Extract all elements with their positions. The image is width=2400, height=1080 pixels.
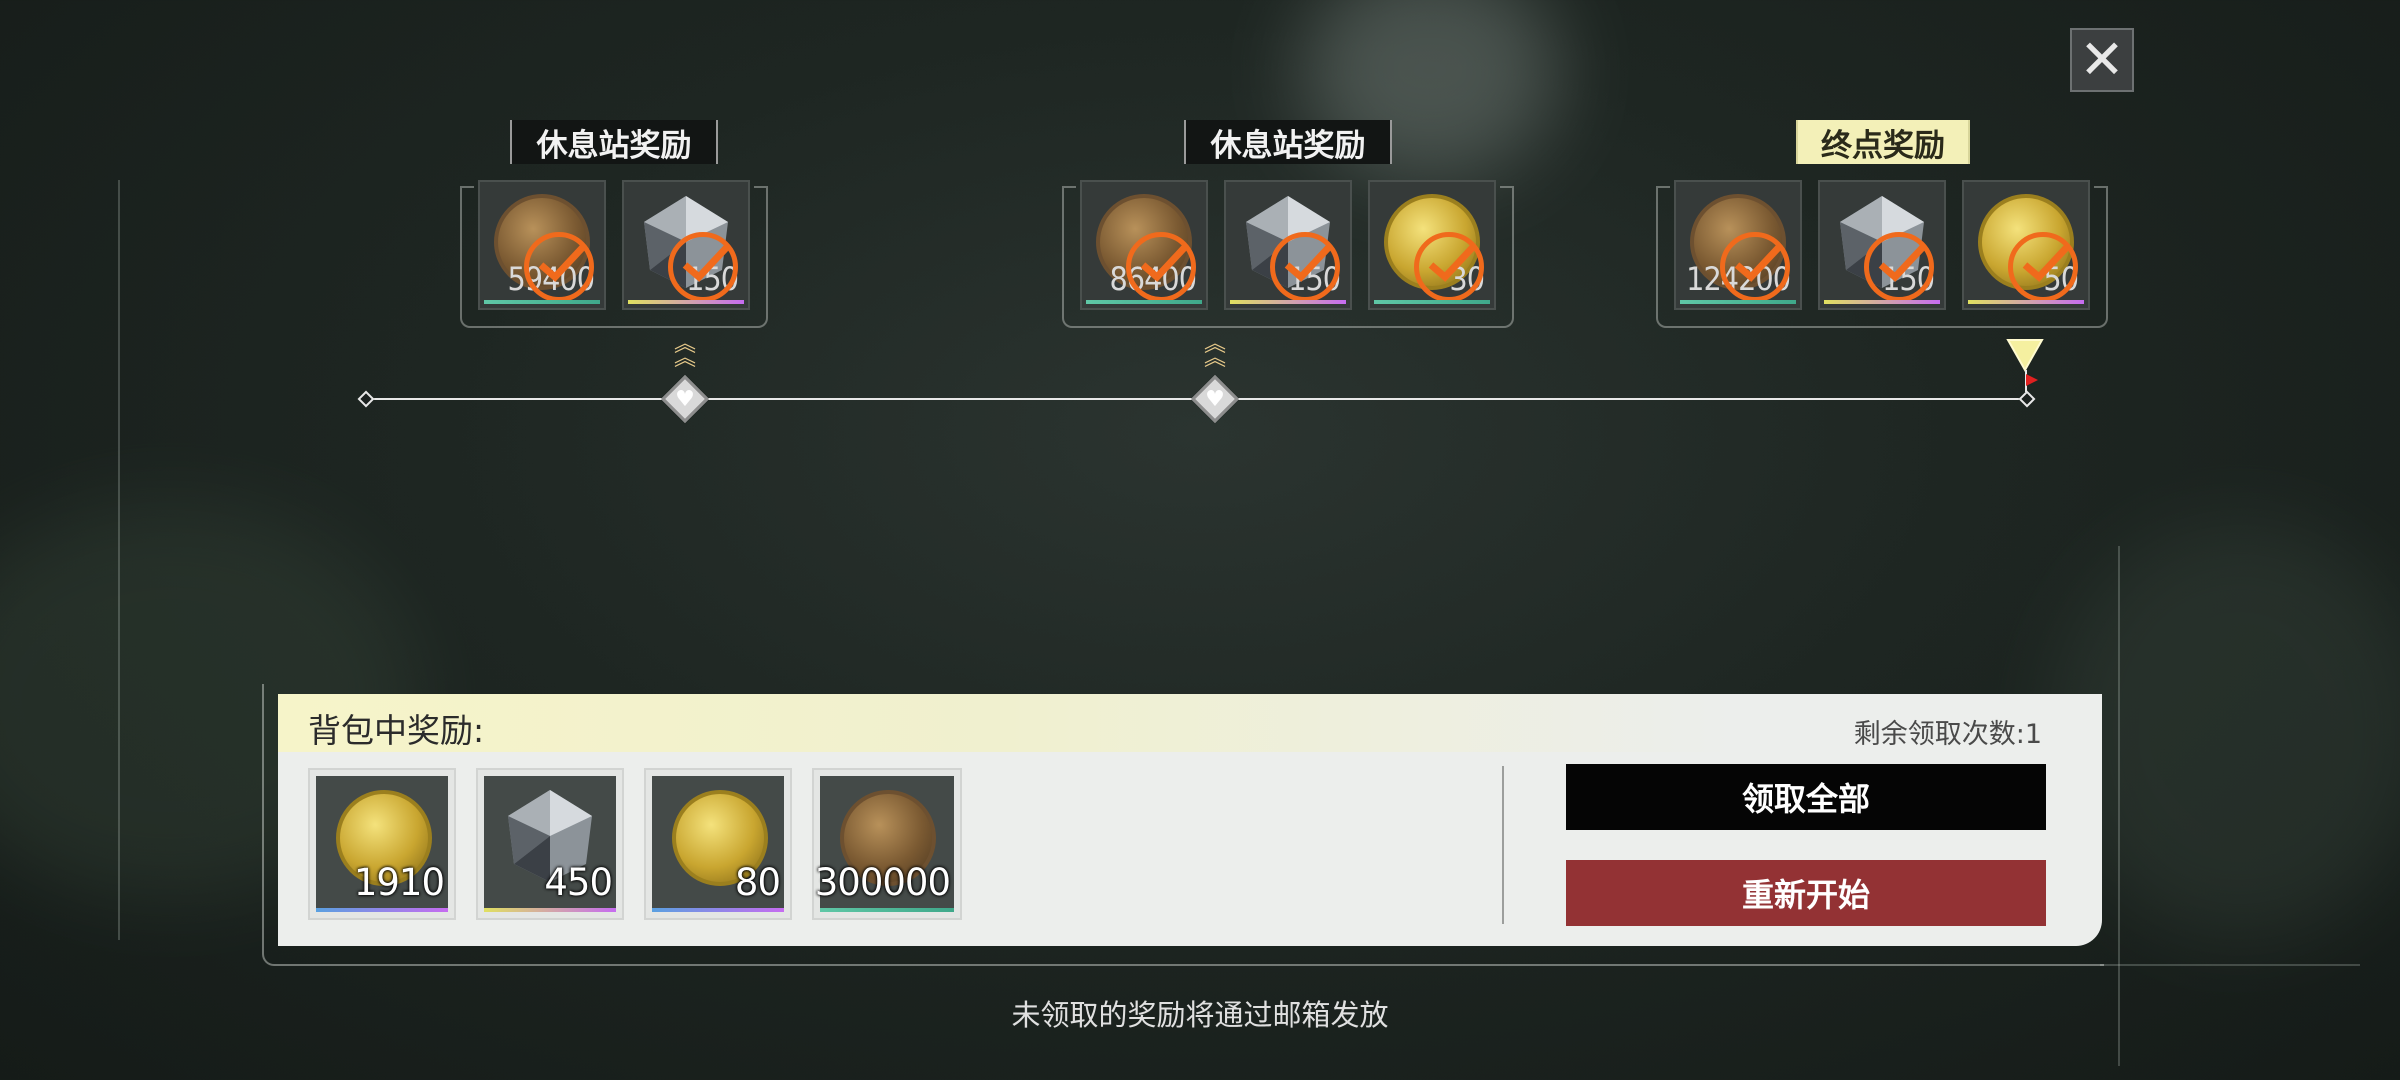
- claimed-check-icon: [1864, 232, 1934, 302]
- rarity-bar: [1824, 300, 1940, 304]
- claimed-check-icon: [1270, 232, 1340, 302]
- reward-slot[interactable]: 86400: [1080, 180, 1208, 310]
- bag-panel-header: [278, 694, 2102, 752]
- bag-item[interactable]: 1910: [308, 768, 456, 920]
- rarity-bar: [1086, 300, 1202, 304]
- reward-slot[interactable]: 150: [622, 180, 750, 310]
- claimed-check-icon: [1720, 232, 1790, 302]
- claimed-check-icon: [524, 232, 594, 302]
- rarity-bar: [484, 300, 600, 304]
- rarity-bar: [1680, 300, 1796, 304]
- station-label-2: 休息站奖励: [1184, 120, 1392, 164]
- station-label-1: 休息站奖励: [510, 120, 718, 164]
- claimed-check-icon: [668, 232, 738, 302]
- reward-slot[interactable]: 50: [1962, 180, 2090, 310]
- bag-item-qty: 300000: [814, 861, 951, 904]
- rarity-bar: [316, 908, 448, 912]
- reward-slot[interactable]: 59400: [478, 180, 606, 310]
- heart-icon: ♥: [1205, 386, 1225, 412]
- mail-notice: 未领取的奖励将通过邮箱发放: [1011, 998, 1389, 1032]
- chevron-up-icon: ︽ ︽: [673, 332, 696, 371]
- claimed-check-icon: [2008, 232, 2078, 302]
- bag-item[interactable]: 450: [476, 768, 624, 920]
- bag-panel: 背包中奖励: 剩余领取次数:1 1910 450 80 300000 领取全部 …: [278, 694, 2102, 946]
- bag-item[interactable]: 80: [644, 768, 792, 920]
- station-rewards-final: 124200 150 50: [1656, 180, 2108, 328]
- panel-divider: [1502, 766, 1504, 924]
- rarity-bar: [628, 300, 744, 304]
- bag-items: 1910 450 80 300000: [308, 768, 962, 920]
- station-rewards-2: 86400 150 30: [1062, 180, 1514, 328]
- rarity-bar: [484, 908, 616, 912]
- rarity-bar: [820, 908, 954, 912]
- track-start-marker: [357, 390, 375, 408]
- station-rewards-1: 59400 150: [460, 180, 768, 328]
- background-line: [2118, 546, 2120, 1066]
- reward-slot[interactable]: 150: [1818, 180, 1946, 310]
- bag-title: 背包中奖励:: [308, 711, 485, 750]
- background-line: [118, 180, 120, 940]
- heart-icon: ♥: [675, 386, 695, 412]
- restart-button[interactable]: 重新开始: [1566, 860, 2046, 926]
- reward-slot[interactable]: 30: [1368, 180, 1496, 310]
- bag-item-qty: 1910: [353, 861, 445, 904]
- rarity-bar: [652, 908, 784, 912]
- claimed-check-icon: [1414, 232, 1484, 302]
- rarity-bar: [1374, 300, 1490, 304]
- bag-item[interactable]: 300000: [812, 768, 962, 920]
- close-button[interactable]: ✕: [2070, 28, 2134, 92]
- current-position-marker-icon: [2006, 339, 2044, 392]
- rarity-bar: [1968, 300, 2084, 304]
- final-station-label: 终点奖励: [1796, 120, 1970, 164]
- claimed-check-icon: [1126, 232, 1196, 302]
- claim-all-button[interactable]: 领取全部: [1566, 764, 2046, 830]
- reward-slot[interactable]: 124200: [1674, 180, 1802, 310]
- background-line: [2100, 964, 2360, 966]
- bag-item-qty: 450: [544, 861, 613, 904]
- chevron-up-icon: ︽ ︽: [1203, 332, 1226, 371]
- reward-slot[interactable]: 150: [1224, 180, 1352, 310]
- remaining-claims: 剩余领取次数:1: [1853, 719, 2042, 750]
- rarity-bar: [1230, 300, 1346, 304]
- close-icon: ✕: [2079, 28, 2125, 91]
- background-glow: [2050, 520, 2400, 940]
- bag-item-qty: 80: [734, 861, 781, 904]
